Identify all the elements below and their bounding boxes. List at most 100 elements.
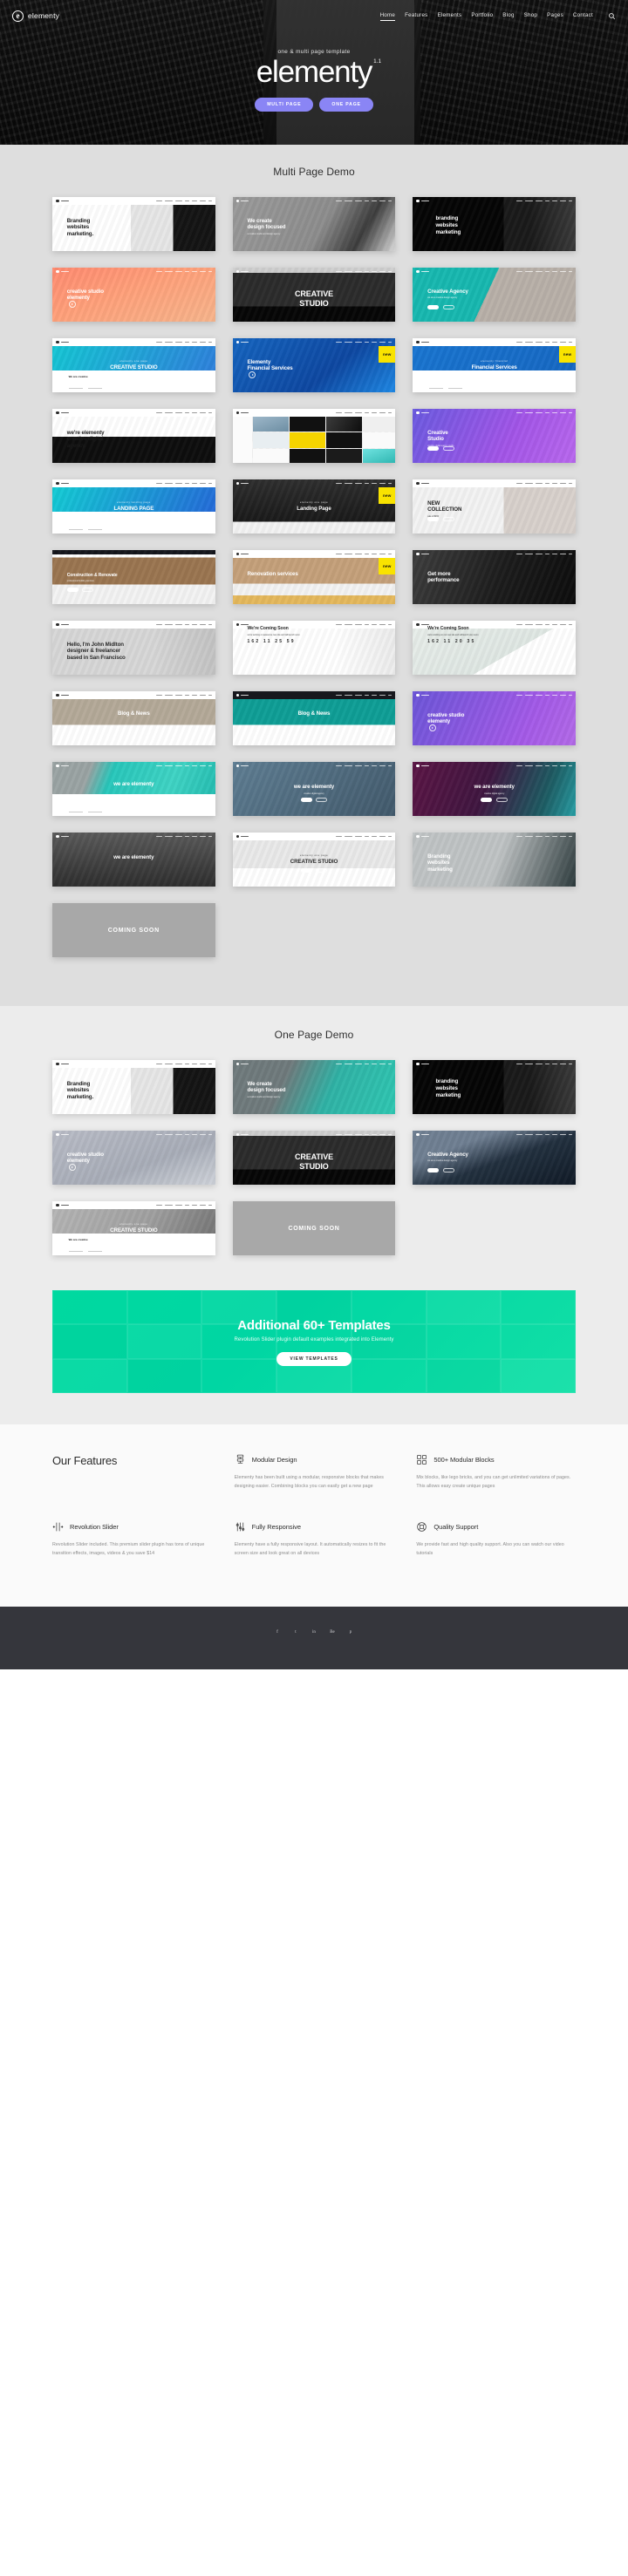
demo-card-creative-studio-blue[interactable]: elementy one page CREATIVE STUDIO We are c… xyxy=(52,338,215,392)
demo-card-construction-renovate[interactable]: Construction & Renovate professional buil… xyxy=(52,550,215,604)
facebook-icon[interactable]: f xyxy=(274,1629,281,1636)
demo-card-creative-agency-teal[interactable]: Creative Agency we are a creative design … xyxy=(413,268,576,322)
thumbnail-heading-line: based in San Francisco xyxy=(66,655,126,662)
blocks-grid-icon xyxy=(417,1455,427,1465)
demo-card-op-we-create-design-focused[interactable]: We create design focused a creative studio… xyxy=(232,1060,396,1114)
thumbnail-cta-buttons[interactable] xyxy=(427,441,454,457)
twitter-icon[interactable]: t xyxy=(292,1629,299,1636)
demo-card-creative-studio-elementy-purple[interactable]: creative studio elementy xyxy=(413,691,576,745)
thumbnail-heading-line: STUDIO xyxy=(299,1162,329,1172)
thumbnail-heading-line: Construction & Renovate xyxy=(66,573,118,579)
thumbnail-cta-buttons[interactable] xyxy=(413,792,576,808)
demo-card-portfolio-masonry[interactable] xyxy=(232,409,396,463)
thumbnail-browser-bar xyxy=(413,833,576,840)
thumbnail-cta-buttons[interactable] xyxy=(427,512,454,527)
demo-card-creative-studio-elementy-orange[interactable]: creative studio elementy xyxy=(52,268,215,322)
thumbnail-browser-bar xyxy=(52,338,215,346)
demo-card-op-creative-studio-tunnel[interactable]: elementy one page CREATIVE STUDIO We are c… xyxy=(52,1201,215,1255)
demo-card-were-coming-soon-map[interactable]: We're Coming Soon we're working on our ne… xyxy=(413,621,576,675)
one-page-button[interactable]: ONE PAGE xyxy=(319,97,373,112)
demo-card-renovation-services[interactable]: Renovation services new xyxy=(232,550,396,604)
demo-card-branding-websites-marketing-building[interactable]: Branding websites marketing xyxy=(413,833,576,887)
coming-soon-label: COMING SOON xyxy=(107,927,160,934)
demo-card-financial-services-blue[interactable]: elementy financial Financial Services new xyxy=(413,338,576,392)
multi-page-button[interactable]: MULTI PAGE xyxy=(255,97,314,112)
behance-icon[interactable]: Be xyxy=(329,1629,336,1636)
demo-card-creative-studio-purple[interactable]: Creative Studio creative digital agency st… xyxy=(413,409,576,463)
nav-item-shop[interactable]: Shop xyxy=(524,12,537,20)
thumbnail-logo xyxy=(416,411,429,415)
thumbnail-browser-bar xyxy=(233,338,396,346)
thumbnail-cta-buttons[interactable] xyxy=(52,1232,215,1247)
thumbnail-nav xyxy=(336,835,392,838)
demo-card-new-collection-shop[interactable]: NEWCOLLECTIONsale of $150 xyxy=(413,479,576,534)
thumbnail-browser-bar xyxy=(413,338,576,346)
thumbnail-browser-bar xyxy=(52,691,215,699)
thumbnail-nav xyxy=(155,341,212,343)
linkedin-icon[interactable]: in xyxy=(311,1629,317,1636)
nav-item-features[interactable]: Features xyxy=(405,12,427,20)
demo-card-blog-and-news-mountain[interactable]: Blog & News xyxy=(52,691,215,745)
thumbnail-logo xyxy=(56,622,69,627)
thumbnail-browser-bar xyxy=(52,479,215,487)
thumbnail-cta-buttons[interactable] xyxy=(233,792,396,808)
demo-card-op-branding-websites-marketing[interactable]: Branding websites marketing. xyxy=(52,1060,215,1114)
thumbnail-heading-line: Creative Agency xyxy=(427,288,468,295)
thumbnail-heading-line: designer & freelancer xyxy=(66,648,120,655)
demo-card-op-creative-studio-script[interactable]: CREATIVE STUDIO xyxy=(232,1131,396,1185)
nav-item-elements[interactable]: Elements xyxy=(438,12,462,20)
demo-card-were-elementy-creative-digital-agency[interactable]: we're elementy creative digital agency. xyxy=(52,409,215,463)
demo-card-op-coming-soon[interactable]: COMING SOON xyxy=(232,1201,396,1255)
thumbnail-nav xyxy=(155,623,212,626)
thumbnail-cta-buttons[interactable] xyxy=(52,510,215,526)
brand-logo[interactable]: e elementy xyxy=(12,10,59,22)
demo-card-op-creative-studio-elementy[interactable]: creative studio elementy xyxy=(52,1131,215,1185)
demo-card-op-creative-agency-ocean[interactable]: Creative Agency we are a creative design … xyxy=(413,1131,576,1185)
thumbnail-cta-buttons[interactable] xyxy=(233,863,396,879)
demo-card-get-more-performance[interactable]: Get more performance xyxy=(413,550,576,604)
thumbnail-heading: elementy one page Landing Page xyxy=(233,500,396,513)
thumbnail-heading-line: We're Coming Soon xyxy=(247,626,289,632)
nav-item-pages[interactable]: Pages xyxy=(547,12,563,20)
demo-card-we-create-design-focused[interactable]: We create design focused a creative studio… xyxy=(232,197,396,251)
demo-card-landing-page-dark[interactable]: elementy one page Landing Page new xyxy=(232,479,396,534)
thumbnail-countdown: 162 11 20 35 xyxy=(427,639,476,645)
search-icon[interactable] xyxy=(608,12,616,20)
nav-item-blog[interactable]: Blog xyxy=(502,12,514,20)
demo-card-landing-page-teal[interactable]: elementy landing page LANDING PAGE xyxy=(52,479,215,534)
demo-card-we-are-elementy-blue[interactable]: we are elementy creative digital agency xyxy=(232,762,396,816)
thumbnail-heading-line: websites xyxy=(66,224,90,231)
pinterest-icon[interactable]: p xyxy=(347,1629,354,1636)
thumbnail-browser-bar xyxy=(413,479,576,487)
demo-card-hello-im-john-midlton[interactable]: Hello, I'm John Midlton designer & freela… xyxy=(52,621,215,675)
demo-card-were-coming-soon-light[interactable]: We're Coming Soon we're working on awesom… xyxy=(232,621,396,675)
demo-card-elementy-financial-services[interactable]: Elementy Financial Services new xyxy=(232,338,396,392)
thumbnail-cta-buttons[interactable] xyxy=(52,792,215,808)
thumbnail-heading-line: websites xyxy=(435,222,458,229)
thumbnail-cta-buttons[interactable] xyxy=(52,369,215,384)
thumbnail-image xyxy=(232,691,396,745)
thumbnail-heading-line: agency. xyxy=(66,443,86,450)
thumbnail-heading-line: branding xyxy=(435,215,459,222)
demo-card-creative-studio-white-bridge[interactable]: elementy one page CREATIVE STUDIO xyxy=(232,833,396,887)
nav-item-portfolio[interactable]: Portfolio xyxy=(471,12,493,20)
thumbnail-cta-buttons[interactable] xyxy=(66,582,94,598)
demo-card-branding-websites-marketing-dark[interactable]: branding websites marketing xyxy=(413,197,576,251)
demo-card-blog-and-news-ocean[interactable]: Blog & News xyxy=(232,691,396,745)
thumbnail-countdown: 162 11 25 59 xyxy=(247,639,296,645)
thumbnail-heading-line: creative digital xyxy=(66,436,104,443)
thumbnail-nav xyxy=(516,1133,572,1136)
demo-card-we-are-elementy-escalator[interactable]: we are elementy xyxy=(52,833,215,887)
nav-item-home[interactable]: Home xyxy=(379,12,396,21)
demo-card-branding-websites-marketing-light[interactable]: Branding websites marketing. xyxy=(52,197,215,251)
thumbnail-heading-line: Hello, I'm John Midlton xyxy=(66,641,124,648)
nav-item-contact[interactable]: Contact xyxy=(573,12,593,20)
demo-card-we-are-elementy-teal[interactable]: we are elementy xyxy=(52,762,215,816)
view-templates-button[interactable]: VIEW TEMPLATES xyxy=(276,1351,352,1366)
demo-card-we-are-elementy-purple[interactable]: we are elementy creative digital agency xyxy=(413,762,576,816)
thumbnail-cta-buttons[interactable] xyxy=(427,1163,454,1179)
demo-card-coming-soon-placeholder[interactable]: COMING SOON xyxy=(52,903,215,957)
demo-card-op-branding-websites-marketing-dark[interactable]: branding websites marketing xyxy=(413,1060,576,1114)
thumbnail-cta-buttons[interactable] xyxy=(427,300,454,316)
demo-card-creative-studio-script[interactable]: CREATIVE STUDIO xyxy=(232,268,396,322)
